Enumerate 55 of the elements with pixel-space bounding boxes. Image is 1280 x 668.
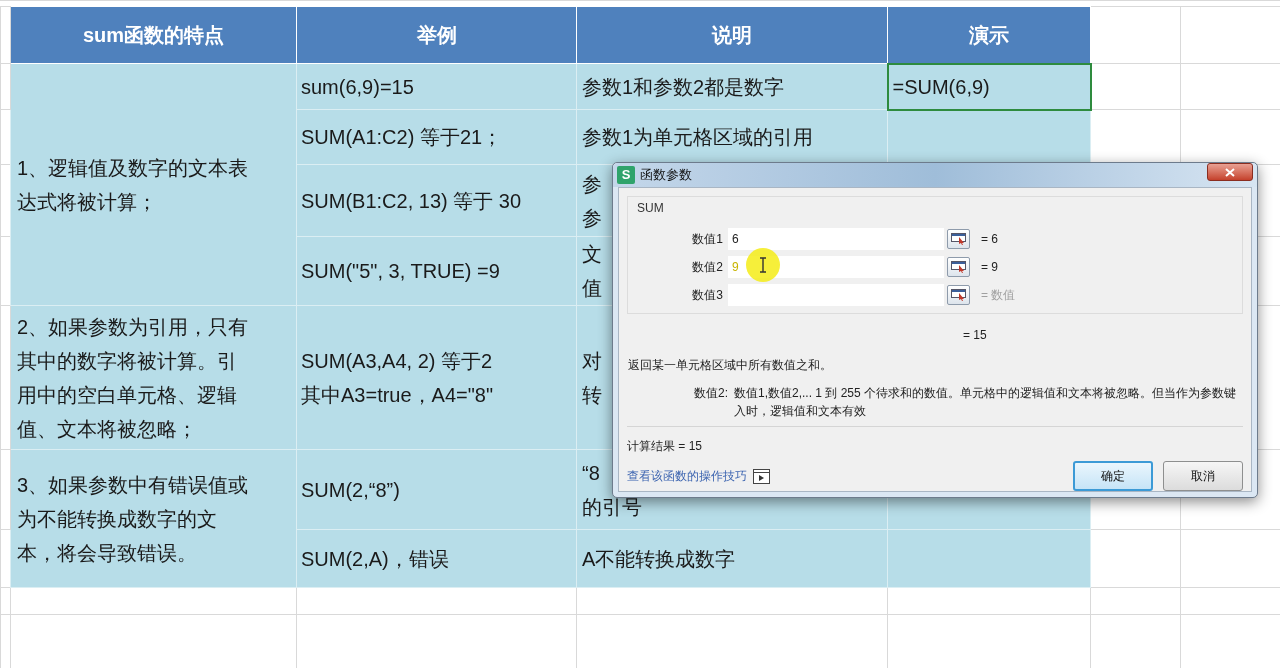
table-cell-text: 3、如果参数中有错误值或 为不能转换成数字的文 本，将会导致错误。 [17, 472, 249, 566]
range-select-icon [951, 289, 966, 301]
video-icon[interactable] [753, 468, 770, 484]
column-header: 举例 [296, 6, 577, 64]
table-cell-text: SUM(A3,A4, 2) 等于2 其中A3=true，A4="8" [301, 348, 494, 408]
function-name: SUM [637, 201, 664, 215]
table-cell-text: A不能转换成数字 [582, 546, 736, 572]
field-label: 数值1 [691, 231, 724, 248]
range-picker-button[interactable] [947, 257, 970, 277]
input-field[interactable]: 6 [728, 228, 944, 250]
column-header: 演示 [887, 6, 1091, 64]
table-cell-text: 对 [582, 348, 602, 374]
function-description: 返回某一单元格区域中所有数值之和。 [628, 358, 832, 372]
table-cell-text: “8 [582, 460, 600, 486]
column-header: sum函数的特点 [10, 6, 297, 64]
table-cell-text: SUM(2,“8”) [301, 477, 400, 503]
table-cell-text: 参 [582, 171, 602, 197]
close-icon [1225, 167, 1235, 177]
table-cell-text: 参数1和参数2都是数字 [582, 74, 785, 100]
help-text: 数值1,数值2,... 1 到 255 个待求和的数值。单元格中的逻辑值和文本将被忽略。但当作为参数键入时，逻辑值和文本有效 [734, 385, 1238, 420]
field-label: 数值2 [691, 259, 724, 276]
dialog-title: 函数参数 [640, 166, 692, 185]
table-cell-text: 参数1为单元格区域的引用 [582, 125, 814, 150]
formula-result: = 15 [963, 328, 987, 342]
range-picker-button[interactable] [947, 229, 970, 249]
text-cursor-icon [759, 257, 767, 273]
cancel-button[interactable]: 取消 [1163, 461, 1243, 491]
table-cell-text: 值 [582, 276, 602, 301]
range-picker-button[interactable] [947, 285, 970, 305]
table-cell-text: 文 [582, 242, 602, 267]
field-label: 数值3 [691, 287, 724, 304]
table-cell-text: SUM(2,A)，错误 [301, 546, 449, 572]
table-cell-text: 1、逻辑值及数字的文本表 达式将被计算； [17, 155, 249, 215]
argument-result: = 6 [981, 231, 998, 248]
table-cell-text: SUM(B1:C2, 13) 等于 30 [301, 188, 522, 214]
table-cell-text: 的引号 [582, 494, 642, 520]
table-cell-text: 2、如果参数为引用，只有 其中的数字将被计算。引 用中的空白单元格、逻辑 值、文本将被忽略； [17, 314, 249, 442]
range-select-icon [951, 233, 966, 245]
cell-formula: =SUM(6,9) [892, 74, 990, 100]
help-label: 数值2: [694, 385, 729, 402]
argument-result: = 数值 [981, 287, 1016, 304]
argument-result: = 9 [981, 259, 998, 276]
app-icon: S [617, 166, 635, 184]
help-link[interactable]: 查看该函数的操作技巧 [627, 467, 747, 485]
table-cell-text: SUM("5", 3, TRUE) =9 [301, 259, 500, 284]
ok-button[interactable]: 确定 [1073, 461, 1153, 491]
column-header: 说明 [576, 6, 888, 64]
selected-cell[interactable]: =SUM(6,9) [887, 63, 1091, 110]
range-select-icon [951, 261, 966, 273]
table-cell-text: sum(6,9)=15 [301, 74, 414, 100]
table-cell-text: 转 [582, 382, 602, 408]
table-cell-text: SUM(A1:C2) 等于21； [301, 125, 503, 150]
table-cell-text: 参 [582, 205, 602, 231]
close-button[interactable] [1207, 163, 1253, 181]
calculation-result: 计算结果 = 15 [627, 439, 703, 453]
